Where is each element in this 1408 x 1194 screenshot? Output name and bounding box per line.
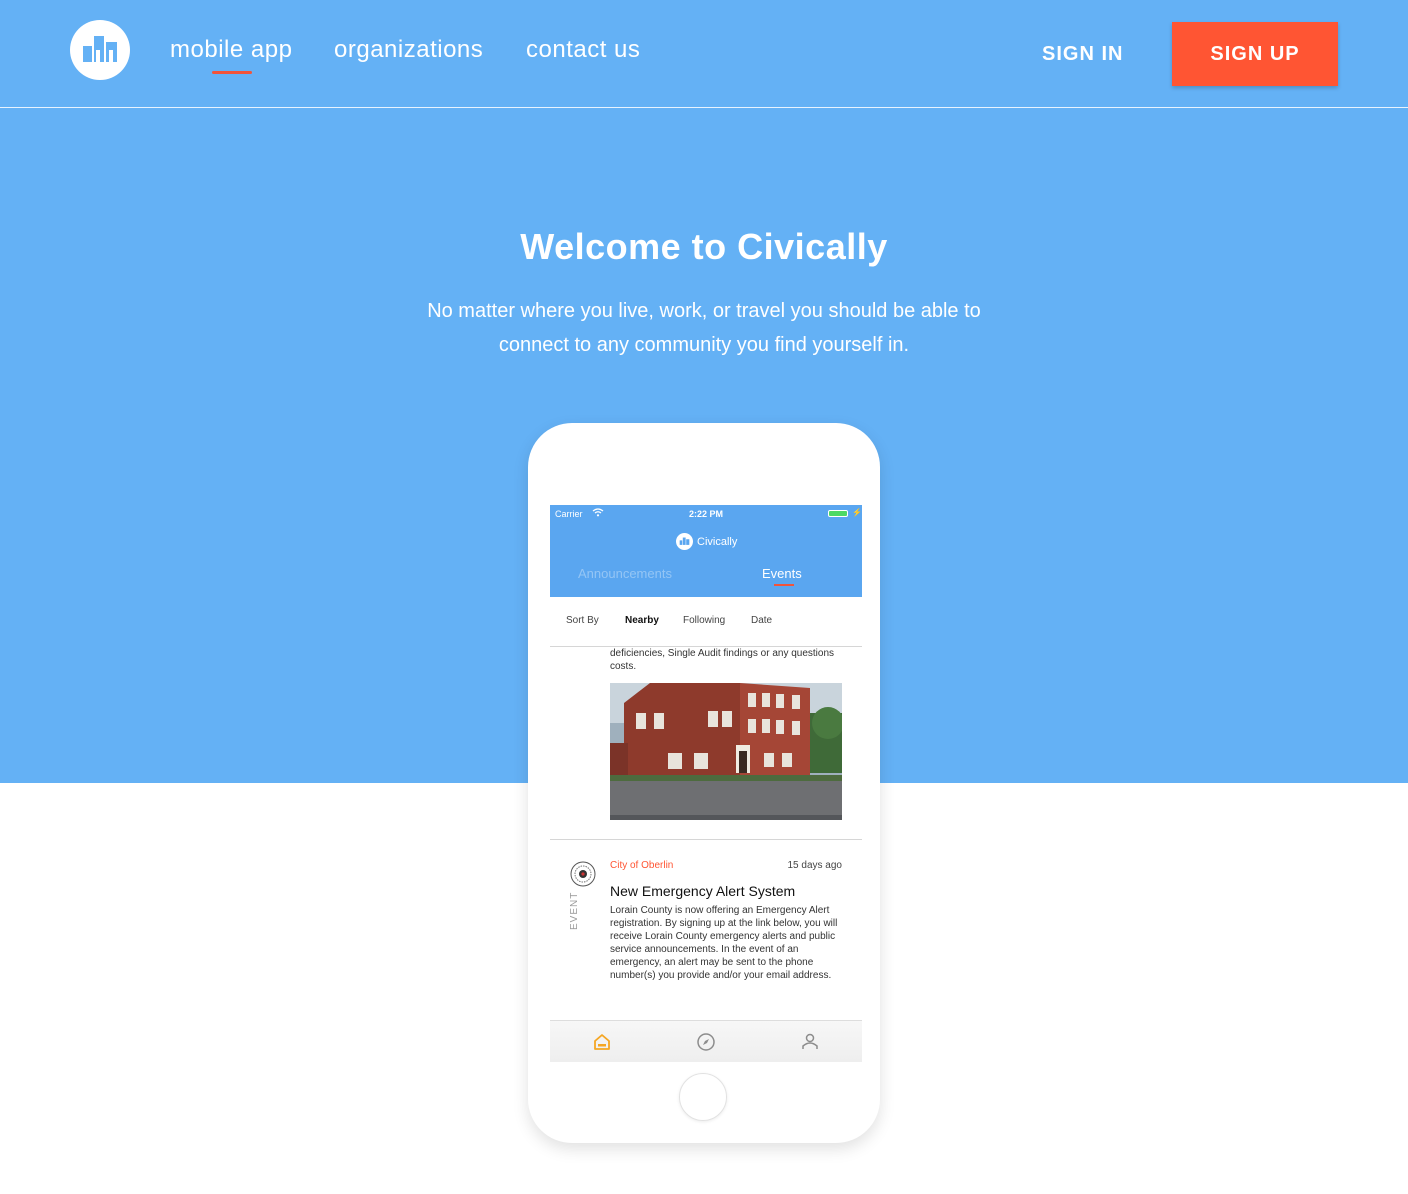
sort-bar: Sort By Nearby Following Date	[550, 597, 862, 647]
app-header: Carrier 2:22 PM ⚡ Civically Announcement…	[550, 505, 862, 597]
status-time: 2:22 PM	[688, 509, 723, 519]
sign-up-button[interactable]: SIGN UP	[1172, 22, 1338, 86]
bottom-tab-bar	[550, 1020, 862, 1062]
tab-active-indicator	[774, 584, 794, 586]
nav-link-contact-us[interactable]: contact us	[526, 36, 640, 64]
feed-item-text-partial: deficiencies, Single Audit findings or a…	[610, 648, 835, 672]
event-body: Lorain County is now offering an Emergen…	[610, 905, 838, 981]
phone-screen: Carrier 2:22 PM ⚡ Civically Announcement…	[550, 505, 862, 1062]
top-navigation: mobile app organizations contact us SIGN…	[0, 0, 1408, 108]
user-icon[interactable]	[800, 1032, 820, 1052]
charging-icon: ⚡	[852, 508, 862, 517]
feed-divider	[550, 839, 862, 840]
phone-home-button	[679, 1073, 727, 1121]
hero-title: Welcome to Civically	[520, 226, 888, 267]
sort-by-label: Sort By	[566, 615, 599, 626]
org-name-link[interactable]: City of Oberlin	[610, 860, 673, 871]
event-type-label: EVENT	[569, 891, 580, 930]
sort-option-nearby[interactable]: Nearby	[625, 615, 659, 626]
org-seal-icon	[570, 861, 596, 887]
sign-in-link[interactable]: SIGN IN	[1042, 43, 1123, 66]
civically-logo-icon[interactable]	[70, 20, 130, 80]
tab-announcements[interactable]: Announcements	[578, 566, 672, 581]
nav-link-mobile-app[interactable]: mobile app	[170, 36, 292, 64]
app-logo-icon	[676, 533, 693, 550]
sort-option-date[interactable]: Date	[751, 615, 772, 626]
compass-icon[interactable]	[696, 1032, 716, 1052]
sort-option-following[interactable]: Following	[683, 615, 725, 626]
app-name: Civically	[697, 536, 738, 548]
city-hall-photo	[610, 683, 842, 820]
phone-mockup: Carrier 2:22 PM ⚡ Civically Announcement…	[528, 423, 880, 1143]
post-age: 15 days ago	[787, 860, 843, 871]
hero-subtitle: No matter where you live, work, or trave…	[427, 300, 981, 356]
tab-events[interactable]: Events	[762, 566, 802, 581]
battery-icon	[828, 510, 848, 517]
nav-link-organizations[interactable]: organizations	[334, 36, 483, 64]
nav-active-indicator	[212, 71, 252, 74]
event-title[interactable]: New Emergency Alert System	[610, 883, 795, 899]
home-icon[interactable]	[592, 1032, 612, 1052]
